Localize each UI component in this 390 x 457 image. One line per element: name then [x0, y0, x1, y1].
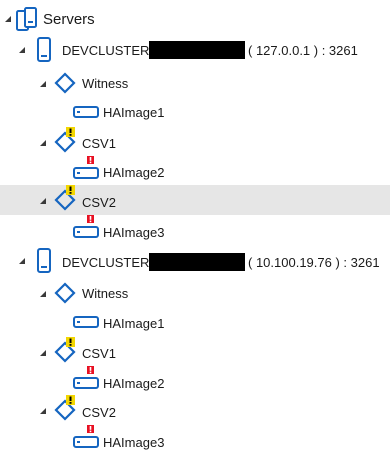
cluster-address: ( 10.100.19.76 ) : 3261 [248, 255, 380, 270]
expand-caret-icon[interactable] [5, 16, 11, 22]
server-icon [37, 248, 51, 273]
cluster-row[interactable]: DEVCLUSTER2 ( 10.100.19.76 ) : 3261 [0, 246, 390, 276]
image-label: HAImage1 [103, 316, 165, 331]
node-row-csv1[interactable]: CSV1 [0, 127, 390, 157]
diamond-node-warning-icon [54, 127, 76, 153]
image-label: HAImage3 [103, 225, 165, 240]
node-row-csv2[interactable]: CSV2 [0, 395, 390, 425]
expand-caret-icon[interactable] [40, 291, 46, 297]
image-row[interactable]: HAImage1 [0, 97, 390, 127]
node-label: Witness [82, 286, 129, 301]
image-row[interactable]: HAImage2 [0, 366, 390, 396]
server-icon [37, 37, 51, 62]
node-label: CSV2 [82, 195, 116, 210]
tree-root-label: Servers [43, 11, 95, 28]
expand-caret-icon[interactable] [40, 81, 46, 87]
node-row-witness[interactable]: Witness [0, 68, 390, 98]
redacted-block [149, 41, 245, 59]
diamond-node-warning-icon [54, 337, 76, 363]
cluster-row[interactable]: DEVCLUSTER1 ( 127.0.0.1 ) : 3261 [0, 35, 390, 65]
diamond-node-icon [54, 72, 76, 94]
node-label: CSV2 [82, 405, 116, 420]
node-row-csv1[interactable]: CSV1 [0, 337, 390, 367]
node-row-csv2[interactable]: CSV2 [0, 185, 390, 215]
cluster-name: DEVCLUSTER1 [62, 43, 157, 58]
disk-image-icon [73, 316, 99, 328]
disk-image-error-icon [73, 366, 99, 389]
expand-caret-icon[interactable] [40, 408, 46, 414]
disk-image-error-icon [73, 215, 99, 238]
image-row[interactable]: HAImage3 [0, 215, 390, 245]
image-label: HAImage2 [103, 376, 165, 391]
image-row[interactable]: HAImage1 [0, 307, 390, 337]
node-label: Witness [82, 76, 129, 91]
servers-icon [16, 7, 37, 31]
disk-image-error-icon [73, 425, 99, 448]
expand-caret-icon[interactable] [40, 198, 46, 204]
disk-image-error-icon [73, 156, 99, 179]
cluster-address: ( 127.0.0.1 ) : 3261 [248, 43, 358, 58]
disk-image-icon [73, 106, 99, 118]
image-label: HAImage3 [103, 435, 165, 450]
diamond-node-warning-icon [54, 185, 76, 211]
image-label: HAImage2 [103, 165, 165, 180]
redacted-block [149, 253, 245, 271]
image-row[interactable]: HAImage3 [0, 425, 390, 455]
node-row-witness[interactable]: Witness [0, 278, 390, 308]
expand-caret-icon[interactable] [40, 140, 46, 146]
image-row[interactable]: HAImage2 [0, 156, 390, 186]
tree-root-row[interactable]: Servers [0, 5, 390, 35]
diamond-node-warning-icon [54, 395, 76, 421]
expand-caret-icon[interactable] [40, 350, 46, 356]
cluster-name: DEVCLUSTER2 [62, 255, 157, 270]
expand-caret-icon[interactable] [19, 258, 25, 264]
expand-caret-icon[interactable] [19, 47, 25, 53]
node-label: CSV1 [82, 136, 116, 151]
diamond-node-icon [54, 282, 76, 304]
image-label: HAImage1 [103, 105, 165, 120]
node-label: CSV1 [82, 346, 116, 361]
